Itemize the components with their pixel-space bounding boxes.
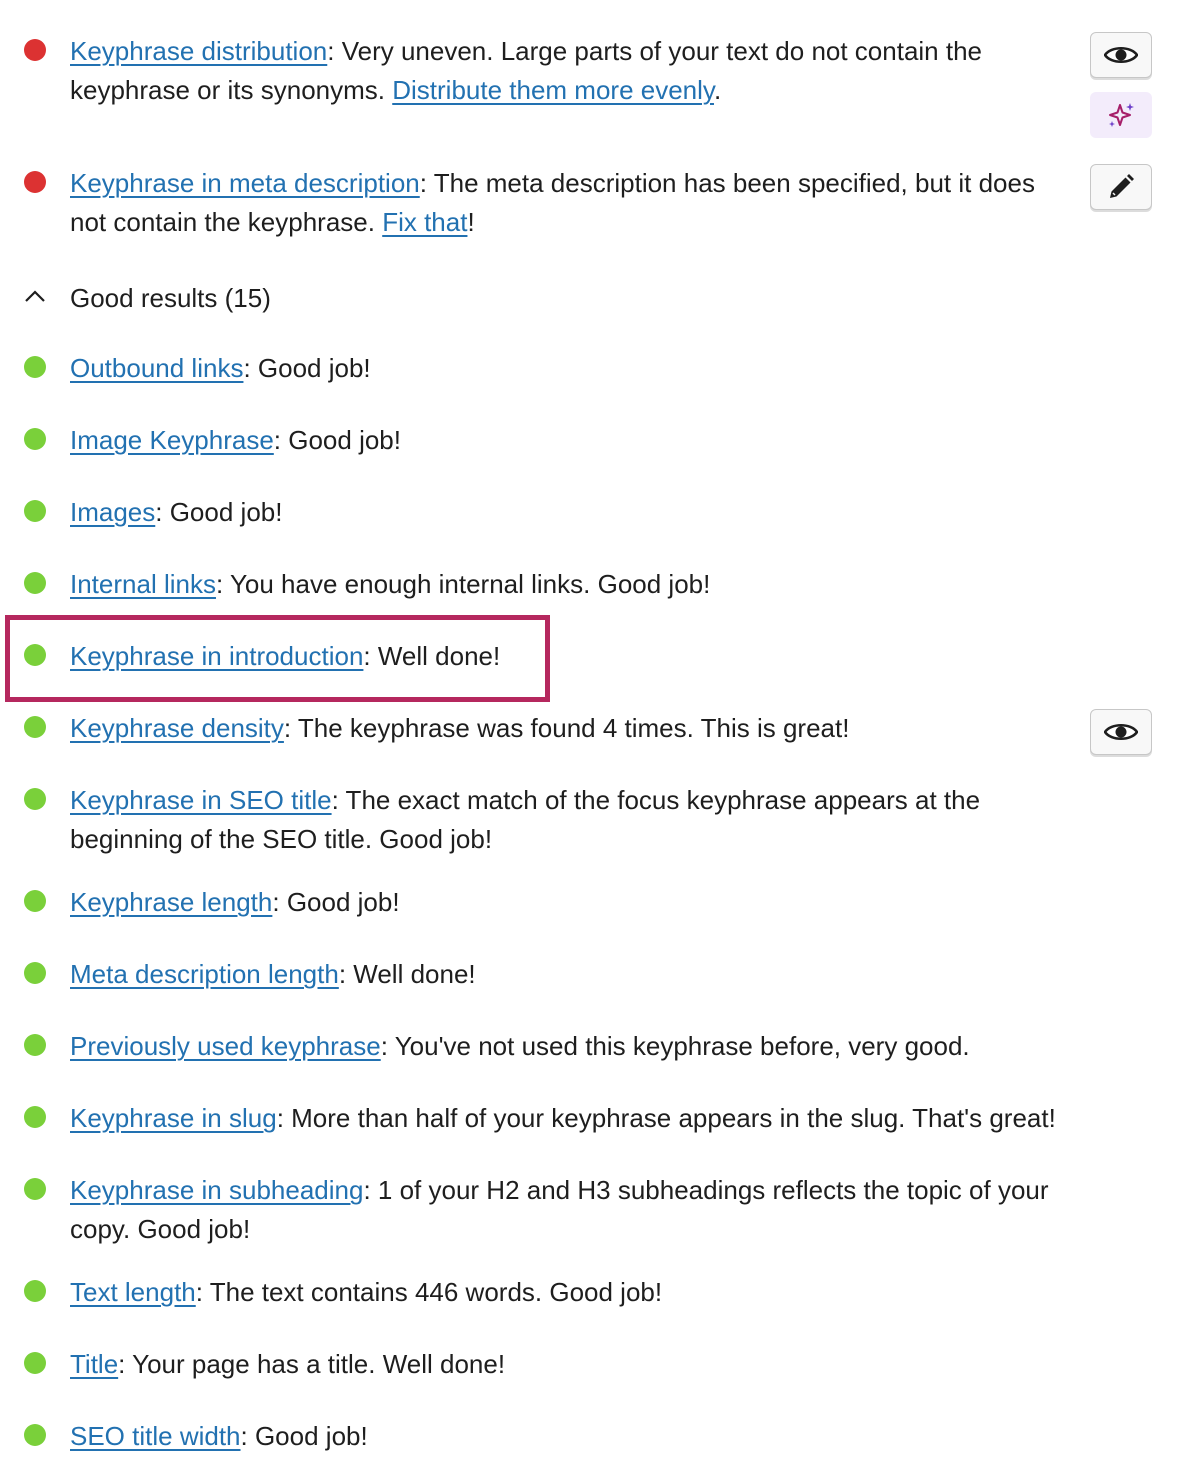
result-link[interactable]: Keyphrase distribution <box>70 36 327 66</box>
good-bullet <box>24 1280 46 1302</box>
ai-optimize-button[interactable] <box>1090 92 1152 138</box>
result-link[interactable]: Keyphrase in slug <box>70 1103 277 1133</box>
good-bullet <box>24 572 46 594</box>
result-text: SEO title width: Good job! <box>70 1421 368 1451</box>
result-link[interactable]: Text length <box>70 1277 196 1307</box>
highlight-eye-button[interactable] <box>1090 709 1152 755</box>
result-text: Text length: The text contains 446 words… <box>70 1277 663 1307</box>
result-link[interactable]: Keyphrase density <box>70 713 284 743</box>
result-link[interactable]: Keyphrase length <box>70 887 272 917</box>
highlight-eye-button[interactable] <box>1090 32 1152 78</box>
result-text: Keyphrase in subheading: 1 of your H2 an… <box>70 1175 1049 1244</box>
result-text: Keyphrase length: Good job! <box>70 887 400 917</box>
eye-icon <box>1104 46 1138 64</box>
good-results-toggle[interactable]: Good results (15) <box>0 279 600 319</box>
highlight-box <box>5 615 550 702</box>
result-link[interactable]: Internal links <box>70 569 216 599</box>
result-link[interactable]: Keyphrase in SEO title <box>70 785 332 815</box>
result-text: Keyphrase in SEO title: The exact match … <box>70 785 981 854</box>
result-text: Keyphrase in slug: More than half of you… <box>70 1103 1056 1133</box>
good-bullet <box>24 428 46 450</box>
good-bullet <box>24 1352 46 1374</box>
chevron-up-icon <box>25 290 45 302</box>
result-text: Image Keyphrase: Good job! <box>70 425 401 455</box>
good-bullet <box>24 890 46 912</box>
good-bullet <box>24 356 46 378</box>
result-text: Title: Your page has a title. Well done! <box>70 1349 506 1379</box>
good-bullet <box>24 1034 46 1056</box>
good-bullet <box>24 1106 46 1128</box>
result-text: Keyphrase in meta description: The meta … <box>70 168 1035 237</box>
result-link[interactable]: Previously used keyphrase <box>70 1031 381 1061</box>
good-bullet <box>24 500 46 522</box>
good-results-heading: Good results (15) <box>70 283 271 313</box>
pencil-icon <box>1110 174 1134 198</box>
good-bullet <box>24 962 46 984</box>
result-link[interactable]: Image Keyphrase <box>70 425 274 455</box>
good-bullet <box>24 1424 46 1446</box>
good-bullet <box>24 1178 46 1200</box>
result-link[interactable]: Outbound links <box>70 353 243 383</box>
result-link[interactable]: Keyphrase in subheading <box>70 1175 363 1205</box>
edit-button[interactable] <box>1090 164 1152 210</box>
fix-link[interactable]: Distribute them more evenly <box>392 75 714 105</box>
problem-bullet <box>24 39 46 61</box>
result-link[interactable]: SEO title width <box>70 1421 241 1451</box>
ai-sparkle-icon <box>1109 103 1134 127</box>
result-text: Keyphrase density: The keyphrase was fou… <box>70 713 850 743</box>
result-link[interactable]: Images <box>70 497 155 527</box>
result-text: Previously used keyphrase: You've not us… <box>70 1031 970 1061</box>
good-bullet <box>24 788 46 810</box>
result-text: Keyphrase distribution: Very uneven. Lar… <box>70 36 983 105</box>
result-link[interactable]: Keyphrase in meta description <box>70 168 420 198</box>
result-text: Images: Good job! <box>70 497 283 527</box>
result-text: Internal links: You have enough internal… <box>70 569 711 599</box>
fix-link[interactable]: Fix that <box>382 207 467 237</box>
result-link[interactable]: Title <box>70 1349 118 1379</box>
result-text: Meta description length: Well done! <box>70 959 476 989</box>
problem-bullet <box>24 171 46 193</box>
eye-icon <box>1104 723 1138 741</box>
good-bullet <box>24 716 46 738</box>
result-text: Outbound links: Good job! <box>70 353 371 383</box>
result-link[interactable]: Meta description length <box>70 959 339 989</box>
